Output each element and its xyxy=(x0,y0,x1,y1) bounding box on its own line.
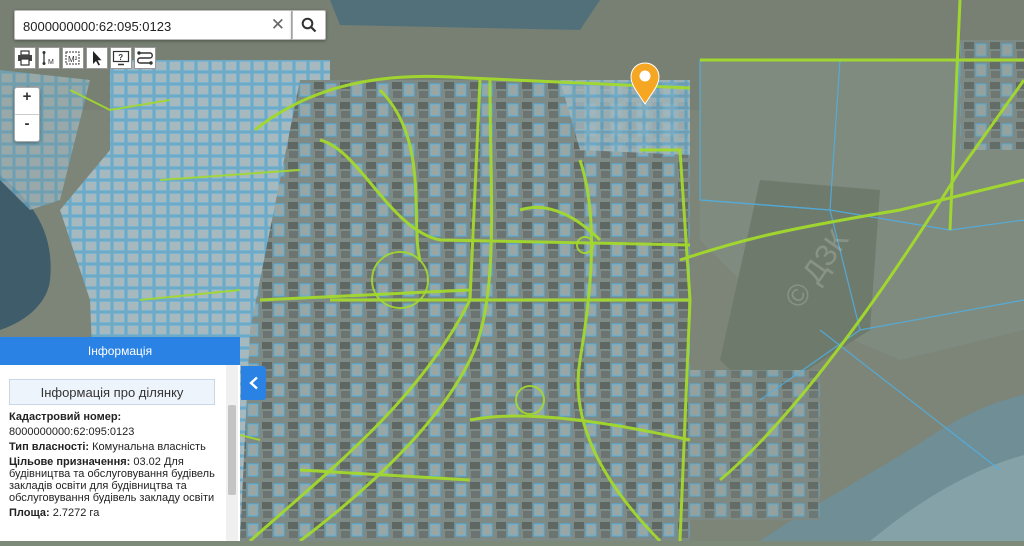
area-label: Площа: xyxy=(9,507,50,519)
ownership-value: Комунальна власність xyxy=(92,441,206,453)
info-panel: Інформація Інформація про ділянку Кадаст… xyxy=(0,337,240,541)
cadastral-search-box: ✕ xyxy=(14,10,292,40)
info-panel-scrollbar[interactable] xyxy=(226,365,238,541)
cadastral-search-input[interactable] xyxy=(21,12,265,40)
zoom-in-button[interactable]: + xyxy=(15,88,39,114)
zoom-control: + - xyxy=(14,87,40,142)
collapse-panel-button[interactable] xyxy=(241,366,266,400)
measure-distance-button[interactable]: M xyxy=(38,47,60,69)
map-toolbar: M M² ? xyxy=(14,47,156,69)
pointer-button[interactable] xyxy=(86,47,108,69)
info-panel-title: Інформація xyxy=(0,337,240,365)
identify-button[interactable]: ? xyxy=(110,47,132,69)
chevron-left-icon xyxy=(248,376,258,390)
cadastral-number-label: Кадастровий номер: xyxy=(9,411,122,423)
purpose-label: Цільове призначення: xyxy=(9,456,131,468)
search-icon xyxy=(301,17,317,33)
area-row: Площа: 2.7272 га xyxy=(9,507,225,519)
scrollbar-thumb[interactable] xyxy=(228,405,236,495)
search-button[interactable] xyxy=(292,10,326,40)
measure-line-label: M xyxy=(48,59,54,66)
zoom-out-button[interactable]: - xyxy=(15,114,39,141)
cadastral-number-value: 8000000000:62:095:0123 xyxy=(9,426,135,438)
measure-line-icon: M xyxy=(42,51,54,66)
route-icon xyxy=(137,51,153,65)
clear-search-icon[interactable]: ✕ xyxy=(271,16,285,34)
measure-area-button[interactable]: M² xyxy=(62,47,84,69)
identify-label: ? xyxy=(118,53,123,62)
route-button[interactable] xyxy=(134,47,156,69)
pointer-icon xyxy=(93,51,102,66)
measure-area-label: M² xyxy=(68,55,78,64)
area-value: 2.7272 га xyxy=(52,507,100,519)
print-button[interactable] xyxy=(14,47,36,69)
info-panel-body: Інформація про ділянку Кадастровий номер… xyxy=(0,365,225,541)
purpose-row: Цільове призначення: 03.02 Для будівницт… xyxy=(9,456,225,504)
ownership-label: Тип власності: xyxy=(9,441,90,453)
print-icon xyxy=(18,50,32,66)
identify-icon: ? xyxy=(112,50,130,66)
measure-area-icon: M² xyxy=(65,51,80,65)
parcel-info-header: Інформація про ділянку xyxy=(9,379,215,405)
ownership-row: Тип власності: Комунальна власність xyxy=(9,441,225,453)
